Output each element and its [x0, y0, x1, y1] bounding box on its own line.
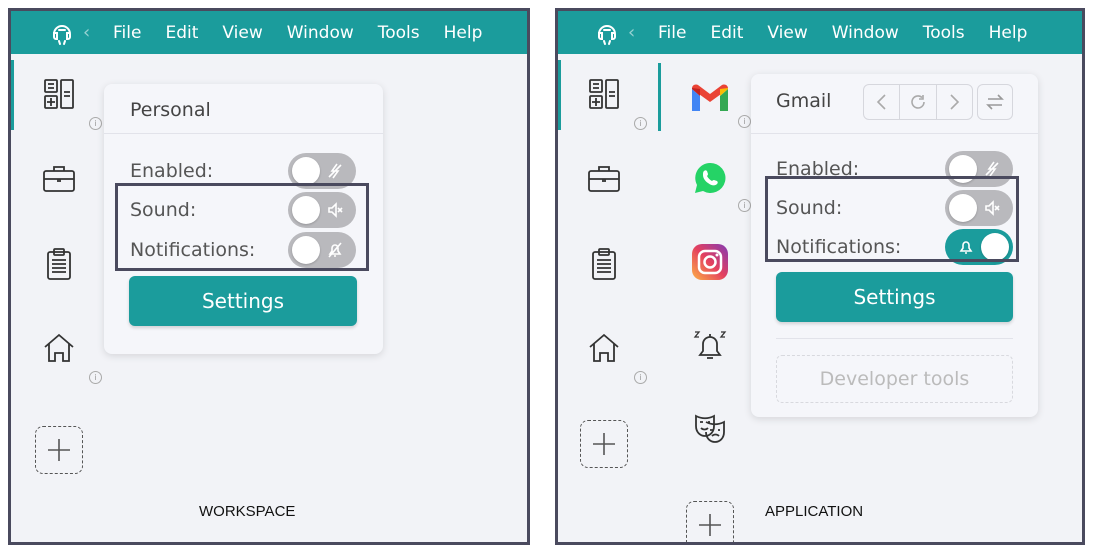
app-logo-icon[interactable] — [592, 18, 622, 48]
forward-icon[interactable] — [937, 85, 972, 119]
back-chevron-icon[interactable]: ‹ — [628, 22, 640, 43]
settings-button[interactable]: Settings — [129, 276, 357, 326]
briefcase-icon[interactable] — [586, 161, 622, 197]
active-indicator — [11, 60, 14, 130]
add-workspace-button[interactable] — [35, 426, 83, 474]
toggle-knob — [292, 157, 320, 185]
application-panel: ‹ File Edit View Window Tools Help i i i — [555, 8, 1085, 545]
divider — [751, 133, 1038, 134]
briefcase-icon[interactable] — [41, 161, 77, 197]
snooze-bell-icon[interactable] — [689, 325, 731, 367]
instagram-icon[interactable] — [689, 241, 731, 283]
enabled-label: Enabled: — [130, 160, 214, 182]
sound-notifications-highlight — [115, 183, 369, 271]
calculator-icon[interactable] — [41, 76, 77, 112]
info-icon[interactable]: i — [634, 117, 647, 130]
home-icon[interactable] — [41, 330, 77, 366]
menu-bar: ‹ File Edit View Window Tools Help — [558, 11, 1082, 54]
popover-title: Gmail — [776, 90, 832, 112]
reload-icon[interactable] — [900, 85, 937, 119]
application-caption: APPLICATION — [765, 503, 864, 520]
app-active-indicator — [658, 63, 661, 131]
swap-button[interactable] — [977, 84, 1013, 120]
clipboard-icon[interactable] — [586, 246, 622, 282]
swap-arrows-icon — [978, 85, 1012, 119]
add-workspace-button[interactable] — [580, 420, 628, 468]
popover-title: Personal — [130, 99, 211, 121]
whatsapp-icon[interactable] — [689, 157, 731, 199]
back-chevron-icon[interactable]: ‹ — [83, 22, 95, 43]
info-icon[interactable]: i — [738, 115, 751, 128]
menu-help[interactable]: Help — [989, 23, 1028, 43]
menu-view[interactable]: View — [222, 23, 262, 43]
app-logo-icon[interactable] — [47, 18, 77, 48]
menu-edit[interactable]: Edit — [710, 23, 743, 43]
power-off-icon — [328, 163, 342, 179]
workspace-panel: ‹ File Edit View Window Tools Help i i P… — [8, 8, 530, 545]
gmail-icon[interactable] — [688, 77, 732, 121]
divider — [776, 338, 1013, 339]
navigation-controls — [863, 84, 973, 120]
info-icon[interactable]: i — [738, 199, 751, 212]
menu-edit[interactable]: Edit — [165, 23, 198, 43]
menu-tools[interactable]: Tools — [378, 23, 420, 43]
back-icon[interactable] — [864, 85, 901, 119]
active-indicator — [558, 60, 561, 130]
settings-button[interactable]: Settings — [776, 272, 1013, 322]
clipboard-icon[interactable] — [41, 246, 77, 282]
menu-file[interactable]: File — [113, 23, 141, 43]
calculator-icon[interactable] — [586, 76, 622, 112]
theater-masks-icon[interactable] — [689, 407, 731, 449]
menu-help[interactable]: Help — [444, 23, 483, 43]
workspace-caption: WORKSPACE — [199, 503, 296, 520]
workspace-sidebar: i i — [11, 54, 106, 542]
divider — [104, 133, 383, 134]
menu-view[interactable]: View — [767, 23, 807, 43]
workspace-sidebar: i i — [558, 54, 653, 542]
developer-tools-button: Developer tools — [776, 355, 1013, 403]
add-application-button[interactable] — [686, 501, 734, 542]
info-icon[interactable]: i — [634, 371, 647, 384]
info-icon[interactable]: i — [89, 117, 102, 130]
home-icon[interactable] — [586, 330, 622, 366]
sound-notifications-highlight — [765, 176, 1019, 262]
menu-window[interactable]: Window — [287, 23, 354, 43]
menu-file[interactable]: File — [658, 23, 686, 43]
info-icon[interactable]: i — [89, 371, 102, 384]
menu-bar: ‹ File Edit View Window Tools Help — [11, 11, 527, 54]
menu-tools[interactable]: Tools — [923, 23, 965, 43]
menu-window[interactable]: Window — [832, 23, 899, 43]
